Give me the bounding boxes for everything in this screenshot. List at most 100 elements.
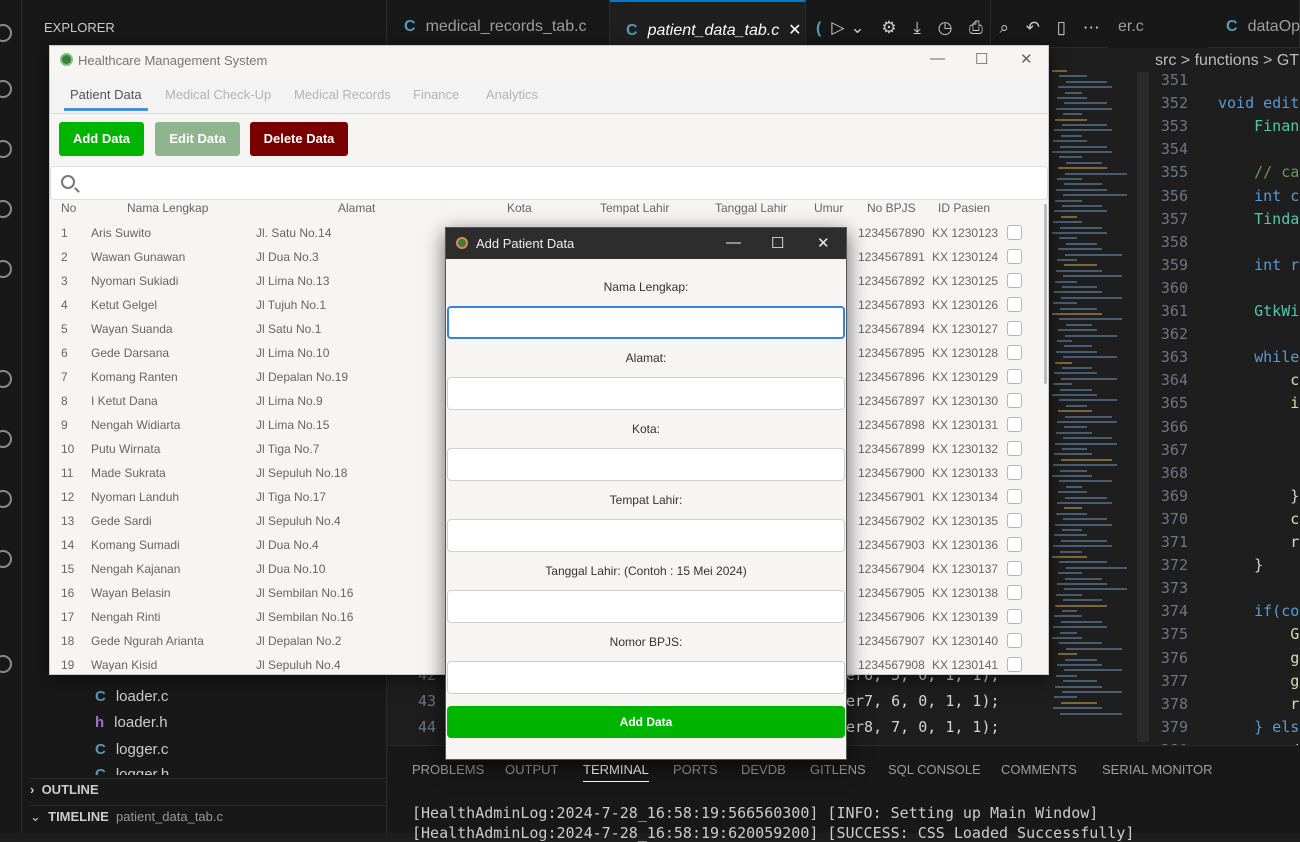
run-debug-icon[interactable] [0,200,12,218]
minimap-line [1056,593,1082,596]
extensions-icon[interactable] [0,260,12,278]
field-input[interactable] [447,590,845,623]
panel-tab-serial-monitor[interactable]: SERIAL MONITOR [1102,762,1213,777]
file-item[interactable]: Cloader.c [95,688,168,705]
tab-medical-records[interactable]: Medical Records [294,87,391,102]
panel-tab-output[interactable]: OUTPUT [505,762,558,777]
close-icon[interactable]: ✕ [817,234,830,252]
row-checkbox[interactable] [1007,273,1022,288]
outline-section[interactable]: › OUTLINE [30,778,387,800]
row-checkbox[interactable] [1007,633,1022,648]
row-checkbox[interactable] [1007,465,1022,480]
delete-data-button[interactable]: Delete Data [250,122,348,156]
submit-add-data-button[interactable]: Add Data [447,706,845,738]
maximize-icon[interactable]: ☐ [975,50,988,68]
field-input[interactable] [447,661,845,694]
row-checkbox[interactable] [1007,441,1022,456]
minimap-line [1052,394,1097,396]
column-header[interactable]: Tanggal Lahir [715,201,787,215]
row-checkbox[interactable] [1007,561,1022,576]
panel-tab-gitlens[interactable]: GITLENS [810,762,866,777]
column-header[interactable]: Kota [507,201,532,215]
maximize-icon[interactable]: ☐ [771,234,784,252]
settings-icon[interactable] [0,655,12,673]
table-cell: KX 1230136 [932,538,999,552]
row-checkbox[interactable] [1007,297,1022,312]
field-input[interactable] [447,519,845,552]
minimap[interactable] [1048,70,1127,740]
close-icon[interactable]: ✕ [1020,50,1033,68]
table-scrollbar[interactable] [1044,204,1047,384]
minimap-line [1053,464,1117,467]
minimize-icon[interactable]: — [930,50,945,67]
panel-tab-terminal[interactable]: TERMINAL [583,762,649,782]
panel-tab-problems[interactable]: PROBLEMS [412,762,484,777]
editor-actions[interactable]: ▷⌄ ⚙ ⤓ ◷ ⎙ ⌕ ↶ ▯ ⋯ [831,18,1105,37]
search-bar[interactable] [50,166,1048,200]
close-icon[interactable]: ✕ [788,22,801,39]
breadcrumb[interactable]: src > functions > GTK [1155,52,1300,70]
timeline-section[interactable]: ⌄ TIMELINE patient_data_tab.c [30,805,387,827]
line-number: 371 [1160,533,1188,551]
tab-medical-records[interactable]: Cmedical_records_tab.c [388,0,610,48]
row-checkbox[interactable] [1007,609,1022,624]
tab-medical-check-up[interactable]: Medical Check-Up [165,87,271,102]
field-input[interactable] [447,377,845,410]
minimize-icon[interactable]: — [726,234,741,251]
row-checkbox[interactable] [1007,225,1022,240]
column-header[interactable]: Alamat [338,201,375,215]
minimap-line [1060,469,1087,472]
row-checkbox[interactable] [1007,537,1022,552]
column-header[interactable]: Tempat Lahir [600,201,669,215]
source-control-icon[interactable] [0,140,12,158]
code-line: c [1218,371,1300,390]
panel-tab-sql-console[interactable]: SQL CONSOLE [888,762,981,777]
file-item[interactable]: Clogger.h [95,766,169,775]
row-checkbox[interactable] [1007,321,1022,336]
table-cell: Jl Lima No.10 [256,346,330,360]
column-header[interactable]: ID Pasien [938,201,990,215]
explorer-icon[interactable] [0,24,12,42]
field-input[interactable] [447,306,845,339]
minimap-line [1064,264,1097,267]
field-label: Kota: [631,422,661,436]
tab-dataop[interactable]: CdataOp [1210,0,1300,48]
tab-patient-data[interactable]: Cpatient_data_tab.c ✕ [610,0,806,48]
remote-icon[interactable] [0,370,12,388]
tab-analytics[interactable]: Analytics [486,87,538,102]
row-checkbox[interactable] [1007,417,1022,432]
field-input[interactable] [447,448,845,481]
column-header[interactable]: No [61,201,76,215]
panel-tab-comments[interactable]: COMMENTS [1001,762,1077,777]
row-checkbox[interactable] [1007,369,1022,384]
row-checkbox[interactable] [1007,345,1022,360]
panel-tab-devdb[interactable]: DEVDB [741,762,786,777]
tab-finance[interactable]: Finance [413,87,459,102]
file-item[interactable]: Clogger.c [95,741,168,758]
line-number: 372 [1160,556,1188,575]
panel-tab-ports[interactable]: PORTS [673,762,718,777]
row-checkbox[interactable] [1007,249,1022,264]
edit-data-button[interactable]: Edit Data [155,122,240,156]
row-checkbox[interactable] [1007,489,1022,504]
column-header[interactable]: Umur [814,201,843,215]
editor-scrollbar[interactable] [1137,72,1149,742]
row-checkbox[interactable] [1007,657,1022,672]
row-checkbox[interactable] [1007,393,1022,408]
table-cell: 1234567900 [858,466,925,480]
testing-icon[interactable] [0,550,12,568]
tab-patient-data[interactable]: Patient Data [64,87,148,111]
row-checkbox[interactable] [1007,585,1022,600]
table-cell: Jl. Satu No.14 [256,226,332,240]
tab-partial[interactable]: (▷⌄ ⚙ ⤓ ◷ ⎙ ⌕ ↶ ▯ ⋯ [806,0,1100,48]
column-header[interactable]: Nama Lengkap [127,201,208,215]
code-line: int r [1218,255,1300,274]
column-header[interactable]: No BPJS [867,201,916,215]
add-data-button[interactable]: Add Data [59,122,144,156]
account-icon[interactable] [0,430,12,448]
database-icon[interactable] [0,490,12,508]
row-checkbox[interactable] [1007,513,1022,528]
search-icon[interactable] [0,80,12,98]
file-item[interactable]: h loader.h [95,714,168,731]
tab-er[interactable]: er.c [1108,0,1208,48]
